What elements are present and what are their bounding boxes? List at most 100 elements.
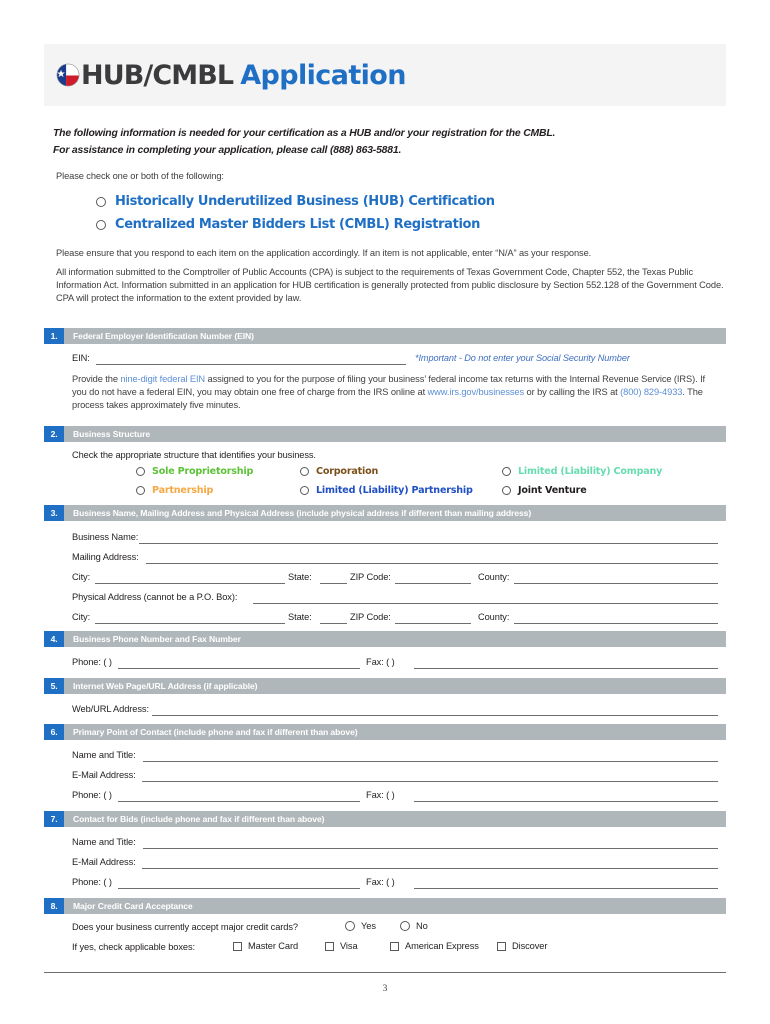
radio-limited-liability-partnership[interactable]: [300, 486, 309, 495]
option-joint-venture-label: Joint Venture: [518, 485, 587, 496]
option-sole-proprietorship-label: Sole Proprietorship: [152, 466, 254, 477]
credit-card-checkbox-instruction: If yes, check applicable boxes:: [72, 942, 195, 952]
primary-contact-name-label: Name and Title:: [72, 750, 136, 760]
page-header-banner: HUB/CMBL Application: [44, 44, 726, 106]
primary-contact-email-label: E-Mail Address:: [72, 770, 136, 780]
option-hub-certification-label: Historically Underutilized Business (HUB…: [115, 194, 495, 209]
ein-help-text-3: or by calling the IRS at: [524, 387, 621, 398]
ein-help-text-1: Provide the: [72, 374, 121, 384]
irs-phone-link[interactable]: (800) 829-4933: [620, 387, 682, 397]
primary-contact-fax-input-line[interactable]: [414, 801, 718, 802]
option-partnership[interactable]: Partnership: [136, 485, 213, 496]
mailing-state-input-line[interactable]: [320, 583, 347, 584]
web-url-input-line[interactable]: [152, 715, 718, 716]
section-6-number: 6.: [44, 724, 64, 740]
physical-zip-input-line[interactable]: [395, 623, 471, 624]
section-1-header: 1. Federal Employer Identification Numbe…: [44, 328, 726, 344]
physical-county-input-line[interactable]: [514, 623, 718, 624]
radio-credit-cards-no[interactable]: [400, 921, 410, 931]
radio-cmbl-registration[interactable]: [96, 219, 106, 230]
ein-important-note: *Important - Do not enter your Social Se…: [415, 353, 630, 363]
business-fax-input-line[interactable]: [414, 668, 718, 669]
section-1-number: 1.: [44, 328, 64, 344]
primary-contact-phone-input-line[interactable]: [118, 801, 360, 802]
physical-state-input-line[interactable]: [320, 623, 347, 624]
option-credit-cards-no[interactable]: No: [400, 921, 428, 931]
physical-city-input-line[interactable]: [95, 623, 285, 624]
option-limited-liability-partnership-label: Limited (Liability) Partnership: [316, 485, 473, 496]
primary-contact-email-input-line[interactable]: [142, 781, 718, 782]
bid-contact-name-label: Name and Title:: [72, 837, 136, 847]
business-phone-label: Phone: ( ): [72, 657, 112, 667]
checkbox-option-discover[interactable]: Discover: [497, 941, 547, 951]
physical-county-label: County:: [478, 612, 510, 622]
ein-input-line[interactable]: [96, 364, 406, 365]
radio-credit-cards-yes[interactable]: [345, 921, 355, 931]
bid-contact-fax-input-line[interactable]: [414, 888, 718, 889]
option-cmbl-registration[interactable]: Centralized Master Bidders List (CMBL) R…: [96, 217, 480, 232]
bid-contact-phone-input-line[interactable]: [118, 888, 360, 889]
radio-partnership[interactable]: [136, 486, 145, 495]
section-3-number: 3.: [44, 505, 64, 521]
section-6-title: Primary Point of Contact (include phone …: [64, 724, 726, 740]
business-name-input-line[interactable]: [139, 543, 718, 544]
bid-contact-name-input-line[interactable]: [143, 848, 718, 849]
mailing-address-input-line[interactable]: [146, 563, 718, 564]
section-8-number: 8.: [44, 898, 64, 914]
option-partnership-label: Partnership: [152, 485, 214, 496]
web-url-label: Web/URL Address:: [72, 704, 149, 714]
option-corporation[interactable]: Corporation: [300, 466, 378, 477]
checkbox-option-master-card[interactable]: Master Card: [233, 941, 298, 951]
mailing-city-input-line[interactable]: [95, 583, 285, 584]
credit-card-question: Does your business currently accept majo…: [72, 922, 298, 932]
business-phone-input-line[interactable]: [118, 668, 360, 669]
checkbox-visa[interactable]: [325, 941, 334, 951]
primary-contact-name-input-line[interactable]: [143, 761, 718, 762]
radio-limited-liability-company[interactable]: [502, 467, 511, 476]
section-4-number: 4.: [44, 631, 64, 647]
radio-hub-certification[interactable]: [96, 196, 106, 207]
primary-contact-phone-label: Phone: ( ): [72, 790, 112, 800]
checkbox-option-visa[interactable]: Visa: [325, 941, 358, 951]
checkbox-discover[interactable]: [497, 941, 506, 951]
radio-joint-venture[interactable]: [502, 486, 511, 495]
physical-address-label: Physical Address (cannot be a P.O. Box):: [72, 592, 238, 602]
section-5-header: 5. Internet Web Page/URL Address (if app…: [44, 678, 726, 694]
business-name-label: Business Name:: [72, 532, 139, 542]
physical-zip-label: ZIP Code:: [350, 612, 391, 622]
checkbox-visa-label: Visa: [340, 941, 358, 951]
mailing-county-label: County:: [478, 572, 510, 582]
mailing-zip-input-line[interactable]: [395, 583, 471, 584]
section-8-header: 8. Major Credit Card Acceptance: [44, 898, 726, 914]
bid-contact-fax-label: Fax: ( ): [366, 877, 395, 887]
check-instruction: Please check one or both of the followin…: [56, 171, 224, 181]
checkbox-master-card-label: Master Card: [248, 941, 299, 951]
section-5-title: Internet Web Page/URL Address (if applic…: [64, 678, 726, 694]
radio-sole-proprietorship[interactable]: [136, 467, 145, 476]
checkbox-master-card[interactable]: [233, 941, 242, 951]
disclosure-paragraph: All information submitted to the Comptro…: [56, 267, 724, 304]
physical-address-input-line[interactable]: [253, 603, 718, 604]
option-limited-liability-company[interactable]: Limited (Liability) Company: [502, 466, 662, 477]
intro-line-2: For assistance in completing your applic…: [53, 145, 402, 156]
option-limited-liability-company-label: Limited (Liability) Company: [518, 466, 663, 477]
radio-corporation[interactable]: [300, 467, 309, 476]
irs-website-link[interactable]: www.irs.gov/businesses: [428, 387, 525, 397]
option-credit-cards-yes[interactable]: Yes: [345, 921, 376, 931]
checkbox-option-american-express[interactable]: American Express: [390, 941, 479, 951]
option-joint-venture[interactable]: Joint Venture: [502, 485, 587, 496]
option-corporation-label: Corporation: [316, 466, 379, 477]
business-fax-label: Fax: ( ): [366, 657, 395, 667]
checkbox-american-express[interactable]: [390, 941, 399, 951]
mailing-state-label: State:: [288, 572, 312, 582]
section-6-header: 6. Primary Point of Contact (include pho…: [44, 724, 726, 740]
section-8-title: Major Credit Card Acceptance: [64, 898, 726, 914]
option-limited-liability-partnership[interactable]: Limited (Liability) Partnership: [300, 485, 473, 496]
option-hub-certification[interactable]: Historically Underutilized Business (HUB…: [96, 194, 495, 209]
section-7-header: 7. Contact for Bids (include phone and f…: [44, 811, 726, 827]
bid-contact-email-input-line[interactable]: [142, 868, 718, 869]
mailing-county-input-line[interactable]: [514, 583, 718, 584]
bid-contact-email-label: E-Mail Address:: [72, 857, 136, 867]
option-sole-proprietorship[interactable]: Sole Proprietorship: [136, 466, 253, 477]
nine-digit-ein-link[interactable]: nine-digit federal EIN: [120, 374, 205, 384]
